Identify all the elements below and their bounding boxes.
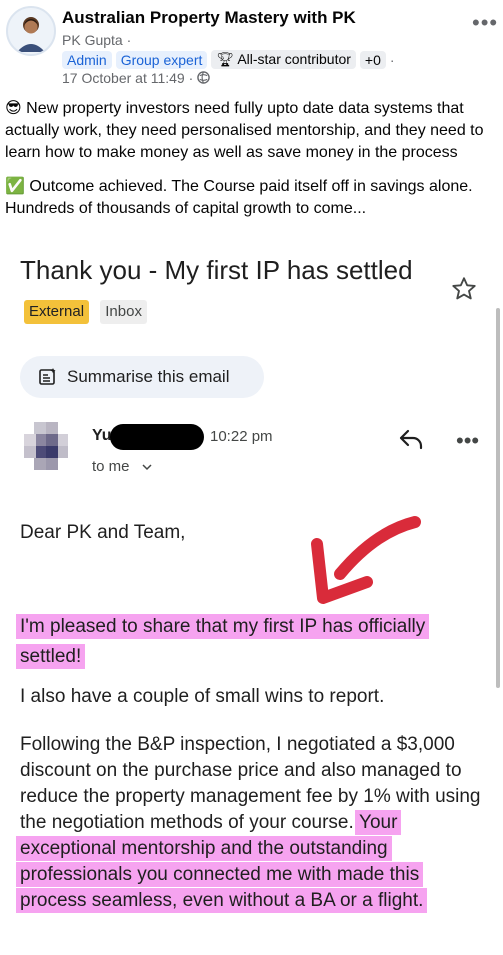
post-more-icon[interactable]: ••• <box>472 10 498 36</box>
email-more-icon[interactable]: ••• <box>456 428 479 454</box>
summarise-email-button[interactable]: Summarise this email <box>20 356 264 398</box>
group-title[interactable]: Australian Property Mastery with PK <box>62 8 356 28</box>
email-subject-text: Thank you - My first IP has settled <box>20 255 413 285</box>
sunglasses-emoji-icon: 😎 <box>5 100 22 117</box>
separator-dot: · <box>389 51 395 68</box>
group-avatar[interactable] <box>6 6 56 56</box>
author-line: PK Gupta · <box>62 32 131 48</box>
email-subject: Thank you - My first IP has settled Exte… <box>20 250 450 330</box>
post-paragraph-1-text: New property investors need fully upto d… <box>5 100 484 161</box>
badge-admin[interactable]: Admin <box>62 50 112 69</box>
badge-all-star-label: All-star contributor <box>237 51 351 67</box>
email-paragraph-settled: I'm pleased to share that my first IP ha… <box>16 612 490 672</box>
post-paragraph-2: ✅ Outcome achieved. The Course paid itse… <box>5 176 501 220</box>
summary-sparkle-icon <box>39 368 56 385</box>
globe-icon <box>197 70 210 86</box>
badge-all-star[interactable]: 🏆︎ All-star contributor <box>211 50 356 69</box>
post-date[interactable]: 17 October at 11:49 <box>62 70 185 86</box>
badge-row: Admin Group expert 🏆︎ All-star contribut… <box>62 50 395 69</box>
chevron-down-icon <box>134 458 152 475</box>
details-text: Following the B&P inspection, I negotiat… <box>20 734 481 833</box>
star-icon[interactable] <box>450 275 478 308</box>
red-arrow-annotation <box>311 516 421 604</box>
sender-avatar[interactable] <box>24 422 68 470</box>
highlighted-text: I'm pleased to share that my first IP ha… <box>16 614 430 669</box>
email-paragraph-details: Following the B&P inspection, I negotiat… <box>16 732 490 914</box>
sender-name[interactable]: Yu <box>92 427 112 445</box>
tag-external[interactable]: External <box>24 300 90 325</box>
author-name[interactable]: PK Gupta <box>62 32 123 48</box>
check-emoji-icon: ✅ <box>5 178 25 195</box>
trophy-icon: 🏆︎ <box>216 51 235 67</box>
badge-more[interactable]: +0 <box>359 50 386 69</box>
reply-icon[interactable] <box>398 428 424 455</box>
email-paragraph-wins: I also have a couple of small wins to re… <box>20 686 385 707</box>
post-paragraph-1: 😎 New property investors need fully upto… <box>5 98 501 164</box>
scrollbar[interactable] <box>496 308 500 688</box>
badge-group-expert[interactable]: Group expert <box>115 50 208 69</box>
person-icon <box>17 17 45 52</box>
redaction-bar <box>110 424 204 450</box>
post-paragraph-2-text: Outcome achieved. The Course paid itself… <box>5 178 473 217</box>
summarise-label: Summarise this email <box>67 367 230 386</box>
recipient-toggle[interactable]: to me <box>92 458 152 475</box>
tag-inbox[interactable]: Inbox <box>100 300 147 325</box>
email-time: 10:22 pm <box>210 428 273 445</box>
recipient-label: to me <box>92 458 130 475</box>
author-separator: · <box>122 32 132 48</box>
post-meta: 17 October at 11:49 · <box>62 70 210 86</box>
